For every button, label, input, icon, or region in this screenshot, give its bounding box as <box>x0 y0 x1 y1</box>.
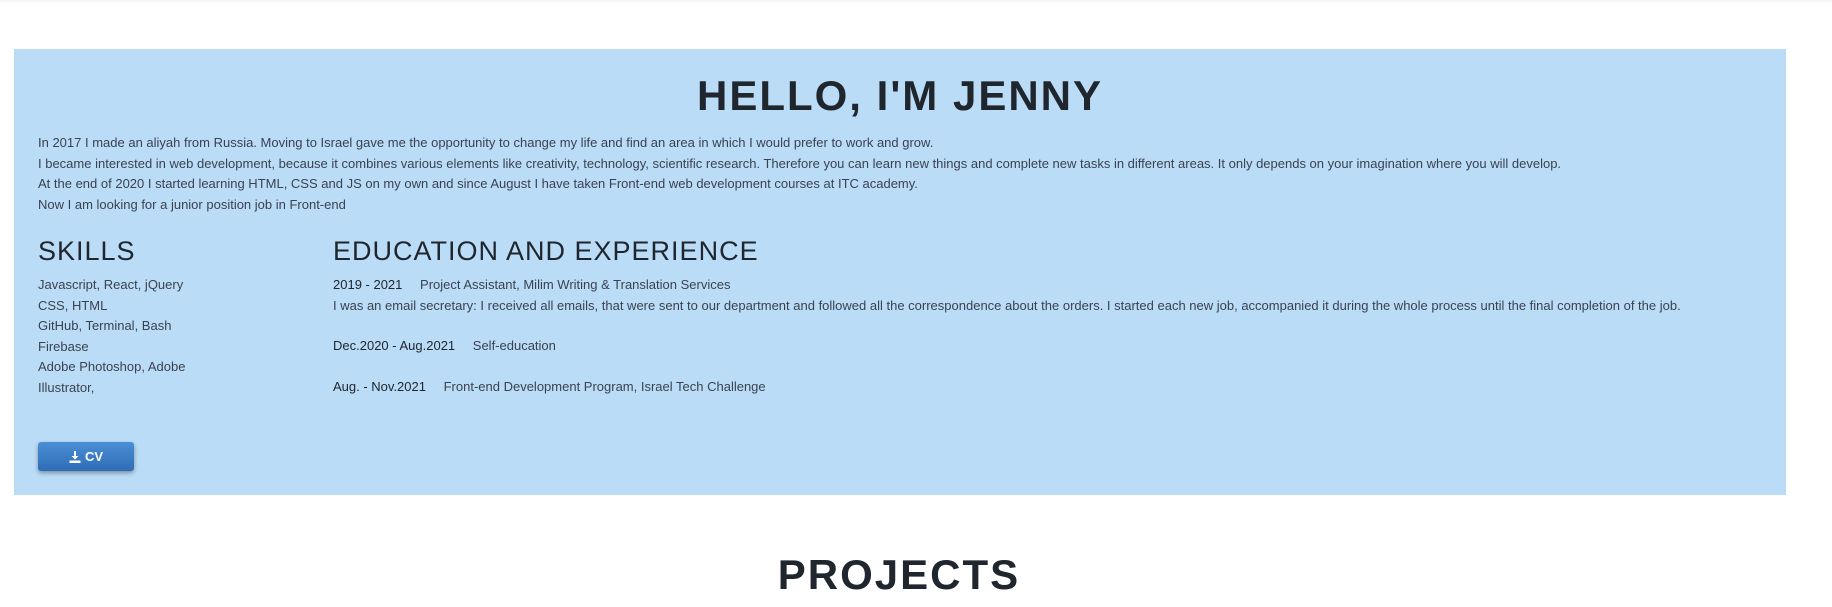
skill-item: Adobe Photoshop, Adobe Illustrator, <box>38 359 186 395</box>
download-icon <box>69 450 81 463</box>
education-dates: Aug. - Nov.2021 <box>333 378 426 394</box>
education-entry-header: 2019 - 2021 Project Assistant, Milim Wri… <box>333 275 1773 296</box>
education-title: Project Assistant, Milim Writing & Trans… <box>420 277 731 292</box>
education-title: Self-education <box>472 338 556 353</box>
education-entry: 2019 - 2021 Project Assistant, Milim Wri… <box>333 275 1773 316</box>
skill-item: CSS, HTML <box>38 297 108 313</box>
bio-paragraph: I became interested in web development, … <box>38 155 1562 171</box>
bio-paragraph: At the end of 2020 I started learning HT… <box>38 176 918 191</box>
education-heading: EDUCATION AND EXPERIENCE <box>333 236 759 266</box>
skills-list: Javascript, React, jQuery CSS, HTML GitH… <box>38 275 213 398</box>
projects-heading: PROJECTS <box>777 551 1021 598</box>
skills-heading: SKILLS <box>38 236 136 266</box>
top-divider <box>0 0 1832 2</box>
skill-item: Javascript, React, jQuery <box>38 277 184 292</box>
education-entry: Aug. - Nov.2021 Front-end Development Pr… <box>333 377 1773 398</box>
education-list: 2019 - 2021 Project Assistant, Milim Wri… <box>333 275 1773 417</box>
download-cv-button[interactable]: CV <box>38 442 134 471</box>
education-entry-header: Dec.2020 - Aug.2021 Self-education <box>333 336 1773 357</box>
bio-paragraph: Now I am looking for a junior position j… <box>38 196 346 212</box>
skill-item: Firebase <box>38 338 89 354</box>
hero-title: HELLO, I'M JENNY <box>696 72 1104 119</box>
education-entry: Dec.2020 - Aug.2021 Self-education <box>333 336 1773 357</box>
cv-button-label: CV <box>84 449 104 464</box>
education-dates: Dec.2020 - Aug.2021 <box>333 338 456 353</box>
education-entry-header: Aug. - Nov.2021 Front-end Development Pr… <box>333 377 1773 398</box>
education-description: I was an email secretary: I received all… <box>333 297 1681 313</box>
education-title: Front-end Development Program, Israel Te… <box>443 378 766 394</box>
about-section: HELLO, I'M JENNY In 2017 I made an aliya… <box>14 49 1786 495</box>
education-dates: 2019 - 2021 <box>333 277 403 292</box>
bio-text: In 2017 I made an aliyah from Russia. Mo… <box>38 133 1768 215</box>
bio-paragraph: In 2017 I made an aliyah from Russia. Mo… <box>38 135 934 150</box>
skill-item: GitHub, Terminal, Bash <box>38 318 172 333</box>
